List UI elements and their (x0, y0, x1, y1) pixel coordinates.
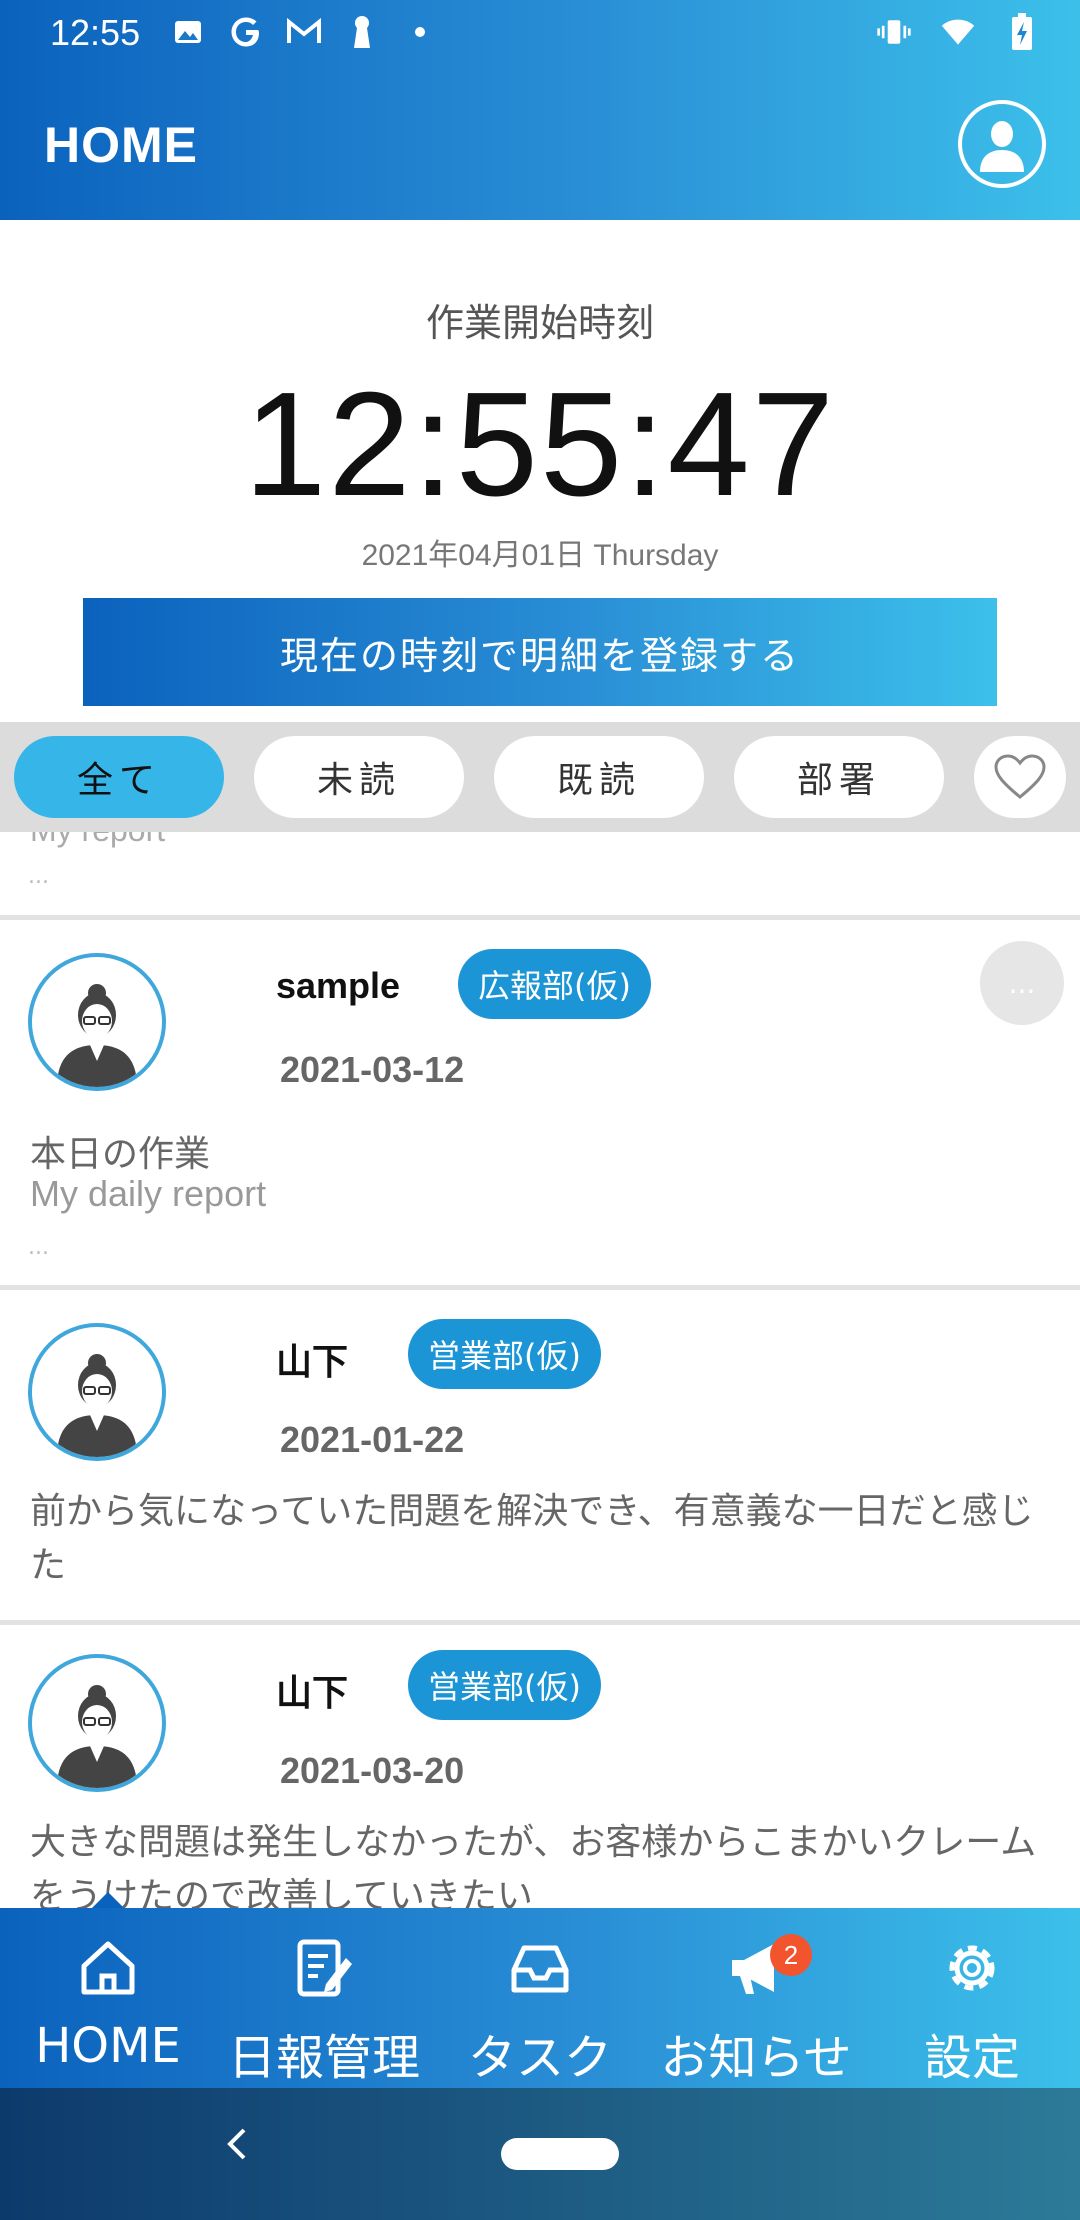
tab-label: お知らせ (660, 2030, 852, 2086)
avatar (28, 1323, 166, 1461)
vibrate-icon (876, 14, 912, 50)
clock-section: 作業開始時刻 12:55:47 2021年04月01日 Thursday 現在の… (0, 220, 1080, 720)
notification-badge: 2 (770, 1934, 812, 1976)
tab-daily-report[interactable]: 日報管理 (216, 1908, 432, 2088)
user-avatar-icon (57, 984, 137, 1087)
report-subtitle: My daily report (30, 1173, 267, 1214)
tab-label: HOME (35, 2018, 181, 2074)
google-icon (228, 14, 264, 50)
report-card[interactable]: 山下 営業部(仮) 2021-03-20 大きな問題は発生しなかったが、お客様か… (0, 1630, 1080, 1908)
department-badge: 広報部(仮) (458, 949, 651, 1019)
tab-tasks[interactable]: タスク (432, 1908, 648, 2088)
profile-button[interactable] (958, 100, 1046, 188)
register-time-button[interactable]: 現在の時刻で明細を登録する (83, 598, 997, 706)
system-navigation-bar (0, 2088, 1080, 2220)
tab-settings[interactable]: 設定 (864, 1908, 1080, 2088)
battery-charging-icon (1004, 13, 1040, 50)
status-notification-icons (170, 14, 438, 50)
filter-bar: 全て 未読 既読 部署 (0, 722, 1080, 832)
report-title: 本日の作業 (30, 1134, 211, 1175)
gmail-icon (286, 14, 322, 50)
dot-icon (402, 14, 438, 50)
report-author: 山下 (276, 1341, 349, 1382)
tab-label: 設定 (923, 2030, 1020, 2086)
report-card[interactable]: sample 広報部(仮) ... 2021-03-12 本日の作業 My da… (0, 925, 1080, 1290)
report-body: 前から気になっていた問題を解決でき、有意義な一日だと感じた (30, 1491, 1034, 1586)
filter-favorite[interactable] (974, 736, 1066, 818)
work-start-label: 作業開始時刻 (425, 301, 654, 345)
user-avatar-icon (57, 1685, 137, 1788)
keyhole-icon (344, 14, 380, 50)
report-body: 大きな問題は発生しなかったが、お客様からこまかいクレームをうけたので改善していき… (30, 1822, 1037, 1908)
report-card-partial[interactable]: My report ... (0, 832, 1080, 920)
user-avatar-icon (57, 1354, 137, 1457)
filter-unread[interactable]: 未読 (254, 736, 464, 818)
inbox-icon (511, 1945, 569, 1993)
report-ellipsis: ... (28, 864, 49, 889)
report-card[interactable]: 山下 営業部(仮) 2021-01-22 前から気になっていた問題を解決でき、有… (0, 1295, 1080, 1625)
avatar (28, 953, 166, 1091)
report-author: sample (276, 965, 401, 1006)
filter-read[interactable]: 既読 (494, 736, 704, 818)
filter-all[interactable]: 全て (14, 736, 224, 818)
department-badge: 営業部(仮) (408, 1319, 601, 1389)
report-date: 2021-03-12 (280, 1049, 465, 1090)
wifi-icon (940, 14, 976, 50)
report-date: 2021-03-20 (280, 1750, 465, 1791)
department-badge: 営業部(仮) (408, 1650, 601, 1720)
home-icon (81, 1941, 135, 1995)
active-tab-indicator (92, 1892, 124, 1908)
tab-label: タスク (467, 2030, 612, 2086)
status-time: 12:55 (50, 12, 141, 53)
status-bar: 12:55 (0, 0, 1080, 70)
filter-department[interactable]: 部署 (734, 736, 944, 818)
home-pill-icon[interactable] (501, 2138, 619, 2170)
report-feed[interactable]: My report ... sample 広報部(仮) ... 2021-03-… (0, 832, 1080, 1908)
avatar (28, 1654, 166, 1792)
tab-home[interactable]: HOME (0, 1908, 216, 2088)
report-author: 山下 (276, 1672, 349, 1713)
tab-notifications[interactable]: 2 お知らせ (648, 1908, 864, 2088)
back-chevron-icon[interactable] (222, 2124, 252, 2175)
more-options-button[interactable]: ... (980, 941, 1064, 1025)
bottom-tab-bar: HOME 日報管理 タスク 2 お知らせ 設定 (0, 1892, 1080, 2088)
tab-label: 日報管理 (227, 2030, 420, 2086)
heart-icon (994, 754, 1046, 799)
current-time: 12:55:47 (243, 362, 837, 527)
image-icon (170, 14, 206, 50)
page-title: HOME (44, 117, 198, 173)
current-date: 2021年04月01日 Thursday (361, 539, 719, 572)
profile-icon (980, 121, 1024, 172)
report-ellipsis: ... (28, 1235, 49, 1260)
status-system-icons (876, 13, 1040, 50)
gear-icon (949, 1945, 995, 1991)
report-subtitle: My report (30, 832, 165, 849)
app-header: 12:55 HOME (0, 0, 1080, 220)
report-date: 2021-01-22 (280, 1419, 465, 1460)
report-edit-icon (297, 1939, 352, 1997)
